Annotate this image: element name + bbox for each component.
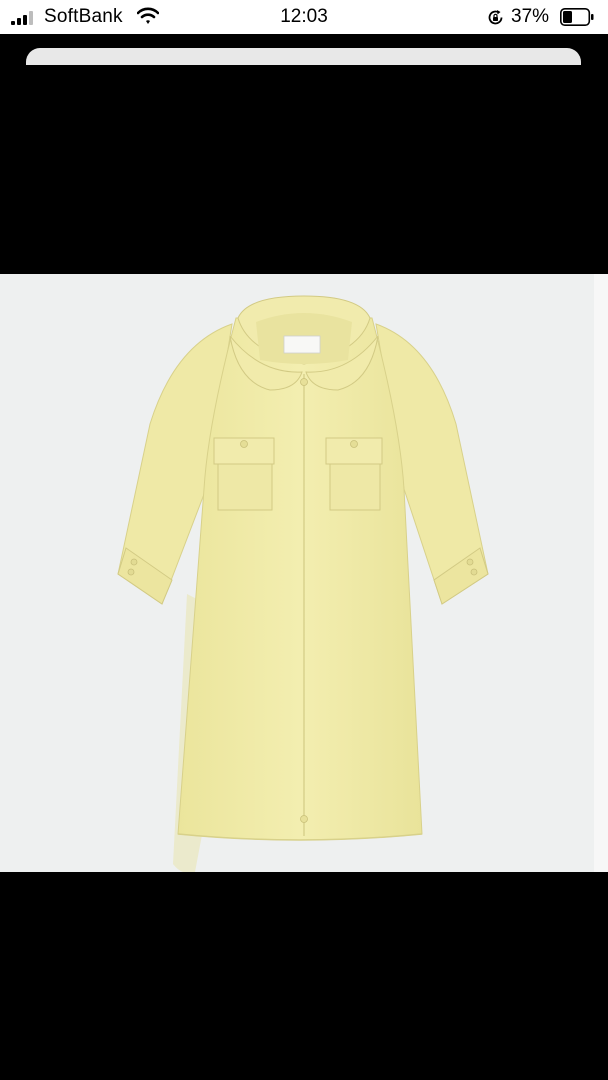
- product-photo[interactable]: [0, 274, 608, 872]
- battery-icon: [560, 8, 594, 26]
- coat-image: [117, 295, 489, 872]
- status-bar: SoftBank 12:03 37%: [0, 0, 608, 34]
- orientation-lock-icon: [488, 10, 503, 25]
- battery-percent: 37%: [511, 6, 550, 27]
